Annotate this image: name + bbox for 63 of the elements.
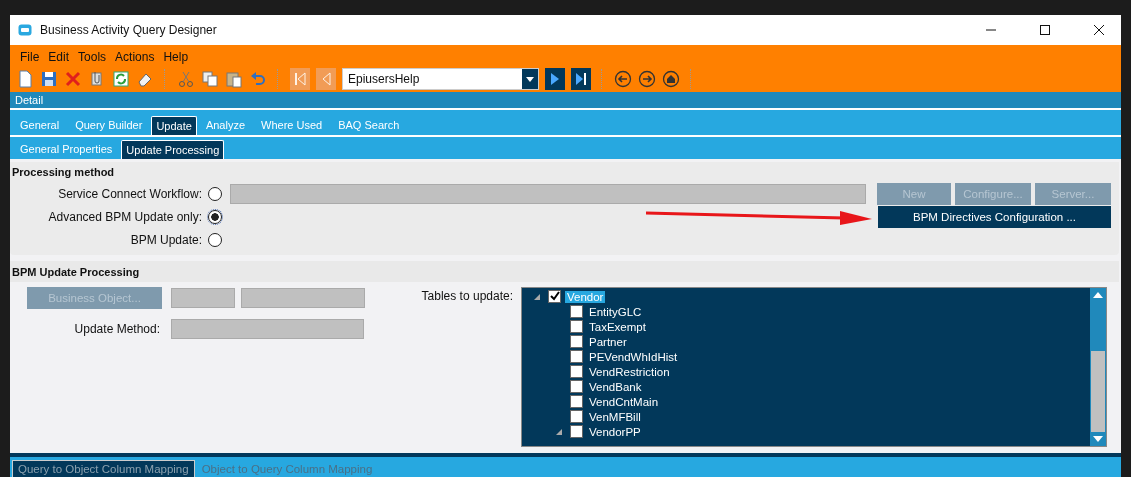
last-record-icon[interactable] [571,68,591,90]
radio-button[interactable] [208,232,222,247]
app-icon [18,24,32,36]
tab[interactable]: Update [151,116,197,135]
checkbox[interactable] [570,320,583,333]
home-icon[interactable] [662,70,680,88]
menu-item[interactable]: Tools [78,50,107,64]
tree-item[interactable]: Partner [587,335,629,348]
checkbox[interactable] [570,365,583,378]
copy-icon[interactable] [201,70,219,88]
expander-icon[interactable] [533,292,541,301]
field-label: Tables to update: [420,289,513,303]
workflow-field[interactable] [230,183,866,204]
menu-item[interactable]: Actions [115,50,155,64]
menu-item[interactable]: File [20,50,40,64]
scissors-icon[interactable] [177,70,195,88]
checkbox[interactable] [570,305,583,318]
tree-item[interactable]: VendorPP [587,425,643,438]
field-label: Update Method: [73,322,160,336]
window-title: Business Activity Query Designer [40,23,217,37]
tree-item[interactable]: PEVendWhIdHist [587,350,680,363]
update-method-field[interactable] [171,319,364,339]
maximize-icon[interactable] [1039,24,1051,36]
checkbox[interactable] [570,350,583,363]
tree-item[interactable]: VendCntMain [587,395,661,408]
close-icon[interactable] [1093,24,1105,36]
radio-label: Advanced BPM Update only: [47,209,202,224]
record-dropdown[interactable]: EpiusersHelp [342,68,539,90]
clipboard-icon[interactable] [225,70,243,88]
radio-button[interactable] [208,209,222,224]
bpm-directives-button[interactable]: BPM Directives Configuration ... [878,205,1111,228]
checkbox[interactable] [570,425,583,438]
new-document-icon[interactable] [16,70,34,88]
detail-bar: Detail [10,92,1121,110]
checkbox[interactable] [570,410,583,423]
scroll-up-icon[interactable] [1093,292,1103,298]
radio-label: Service Connect Workflow: [57,186,202,201]
input-field[interactable] [171,288,235,308]
input-field[interactable] [241,288,365,308]
menu-item[interactable]: Help [163,50,189,64]
menu-item[interactable]: Edit [48,50,70,64]
scrollbar-thumb[interactable] [1091,351,1105,432]
caret-icon [526,76,534,82]
next-record-icon[interactable] [545,68,565,90]
checkbox[interactable] [570,335,583,348]
radio-label: BPM Update: [129,232,202,247]
tree-item[interactable]: TaxExempt [587,320,648,333]
radio-button[interactable] [208,186,222,201]
scroll-down-icon[interactable] [1093,436,1103,442]
tree-item[interactable]: EntityGLC [587,305,644,318]
tree-item[interactable]: VendBank [587,380,644,393]
checkbox[interactable] [570,395,583,408]
checkbox[interactable] [548,290,561,303]
scrollbar[interactable] [1090,288,1106,446]
expander-icon[interactable] [555,427,563,436]
checkbox[interactable] [570,380,583,393]
tab[interactable]: Query to Object Column Mapping [12,460,195,477]
tree-item[interactable]: VenMFBill [587,410,643,423]
section-title: Processing method [11,165,116,180]
refresh-icon[interactable] [112,70,130,88]
section-title: BPM Update Processing [10,261,1119,282]
tree-item[interactable]: VendRestriction [587,365,672,378]
tab[interactable]: Update Processing [121,140,225,159]
